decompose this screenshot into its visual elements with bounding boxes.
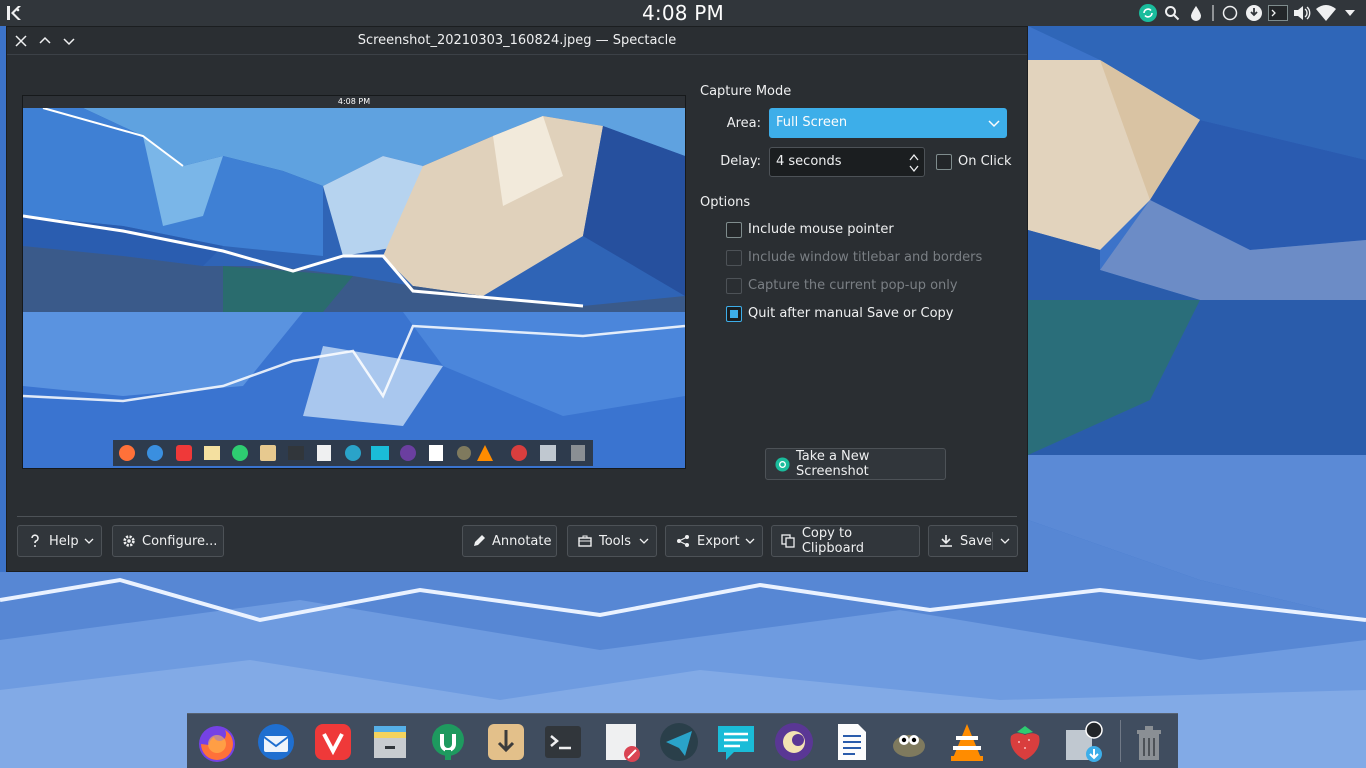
save-button[interactable]: Save <box>928 525 1018 557</box>
window-titlebar[interactable]: Screenshot_20210303_160824.jpeg — Specta… <box>7 27 1027 55</box>
chat-icon[interactable] <box>714 720 758 764</box>
help-label: Help <box>49 533 79 549</box>
trash-icon[interactable] <box>1127 720 1171 764</box>
tray-separator-icon <box>1210 3 1216 23</box>
annotate-button[interactable]: Annotate <box>462 525 557 557</box>
tools-label: Tools <box>599 533 632 549</box>
save-dropdown-icon[interactable] <box>993 526 1017 556</box>
include-mouse-pointer-label[interactable]: Include mouse pointer <box>748 222 894 237</box>
spin-arrows-icon[interactable] <box>908 150 920 176</box>
strawberry-icon[interactable] <box>1003 720 1047 764</box>
delay-value: 4 seconds <box>776 154 842 169</box>
system-tray <box>1138 3 1360 23</box>
circle-icon[interactable] <box>1220 3 1240 23</box>
tools-dropdown-icon[interactable] <box>632 526 656 556</box>
help-icon <box>27 533 43 549</box>
gimp-icon[interactable] <box>887 720 931 764</box>
terminal-icon[interactable] <box>541 720 585 764</box>
installer-icon[interactable] <box>484 720 528 764</box>
top-panel: 4:08 PM <box>0 0 1366 26</box>
take-new-screenshot-button[interactable]: Take a New Screenshot <box>765 448 946 480</box>
text-editor-icon[interactable] <box>599 720 643 764</box>
area-value: Full Screen <box>776 115 848 130</box>
toolbox-icon <box>577 533 593 549</box>
copy-to-clipboard-button[interactable]: Copy to Clipboard <box>771 525 920 557</box>
tools-button[interactable]: Tools <box>567 525 657 557</box>
preview-image <box>23 96 685 468</box>
dock-separator <box>1120 720 1121 762</box>
help-button[interactable]: Help <box>17 525 102 557</box>
volume-icon[interactable] <box>1292 3 1312 23</box>
writer-icon[interactable] <box>830 720 874 764</box>
quit-after-save-checkbox[interactable] <box>726 306 742 322</box>
take-new-screenshot-label: Take a New Screenshot <box>796 449 870 479</box>
area-label: Area: <box>726 116 761 131</box>
screenshot-preview[interactable]: 4:08 PM <box>22 95 686 469</box>
quit-after-save-label[interactable]: Quit after manual Save or Copy <box>748 306 953 321</box>
include-titlebar-checkbox <box>726 250 742 266</box>
capture-popup-checkbox <box>726 278 742 294</box>
options-heading: Options <box>700 195 751 210</box>
elisa-icon[interactable] <box>772 720 816 764</box>
spectacle-icon <box>775 456 790 472</box>
download-icon[interactable] <box>1244 3 1264 23</box>
vlc-icon[interactable] <box>945 720 989 764</box>
copy-icon <box>781 533 796 549</box>
drop-icon[interactable] <box>1186 3 1206 23</box>
window-title: Screenshot_20210303_160824.jpeg — Specta… <box>357 33 677 48</box>
dock <box>187 713 1178 768</box>
spectacle-icon[interactable] <box>1060 720 1104 764</box>
telegram-icon[interactable] <box>657 720 701 764</box>
firefox-icon[interactable] <box>195 720 239 764</box>
thunderbird-icon[interactable] <box>254 720 298 764</box>
wifi-icon[interactable] <box>1316 3 1336 23</box>
delay-spinbox[interactable]: 4 seconds <box>769 147 925 177</box>
bottom-divider <box>17 516 1017 517</box>
on-click-label[interactable]: On Click <box>958 154 1012 169</box>
chevron-down-icon <box>988 120 1000 128</box>
mintstick-icon[interactable] <box>426 720 470 764</box>
preview-clock: 4:08 PM <box>337 97 371 106</box>
include-mouse-pointer-checkbox[interactable] <box>726 222 742 238</box>
pencil-icon <box>472 533 486 549</box>
sync-icon[interactable] <box>1138 3 1158 23</box>
export-dropdown-icon[interactable] <box>738 526 762 556</box>
export-label: Export <box>697 533 740 549</box>
area-combo[interactable]: Full Screen <box>769 108 1007 138</box>
spectacle-window: Screenshot_20210303_160824.jpeg — Specta… <box>6 26 1028 572</box>
configure-label: Configure... <box>142 533 218 549</box>
chevron-down-icon[interactable] <box>1340 3 1360 23</box>
share-icon <box>675 533 691 549</box>
file-manager-icon[interactable] <box>368 720 412 764</box>
on-click-checkbox[interactable] <box>936 154 952 170</box>
capture-mode-heading: Capture Mode <box>700 84 792 99</box>
capture-popup-label: Capture the current pop-up only <box>748 278 958 293</box>
annotate-label: Annotate <box>492 533 552 549</box>
help-dropdown-icon[interactable] <box>77 526 101 556</box>
configure-button[interactable]: Configure... <box>112 525 224 557</box>
copy-label: Copy to Clipboard <box>801 526 864 556</box>
delay-label: Delay: <box>720 154 761 169</box>
search-icon[interactable] <box>1162 3 1182 23</box>
gear-icon <box>122 533 136 549</box>
export-button[interactable]: Export <box>665 525 763 557</box>
terminal-icon[interactable] <box>1268 3 1288 23</box>
save-label: Save <box>960 533 992 549</box>
include-titlebar-label: Include window titlebar and borders <box>748 250 983 265</box>
download-icon <box>938 533 954 549</box>
vivaldi-icon[interactable] <box>311 720 355 764</box>
preview-topbar: 4:08 PM <box>23 96 685 108</box>
